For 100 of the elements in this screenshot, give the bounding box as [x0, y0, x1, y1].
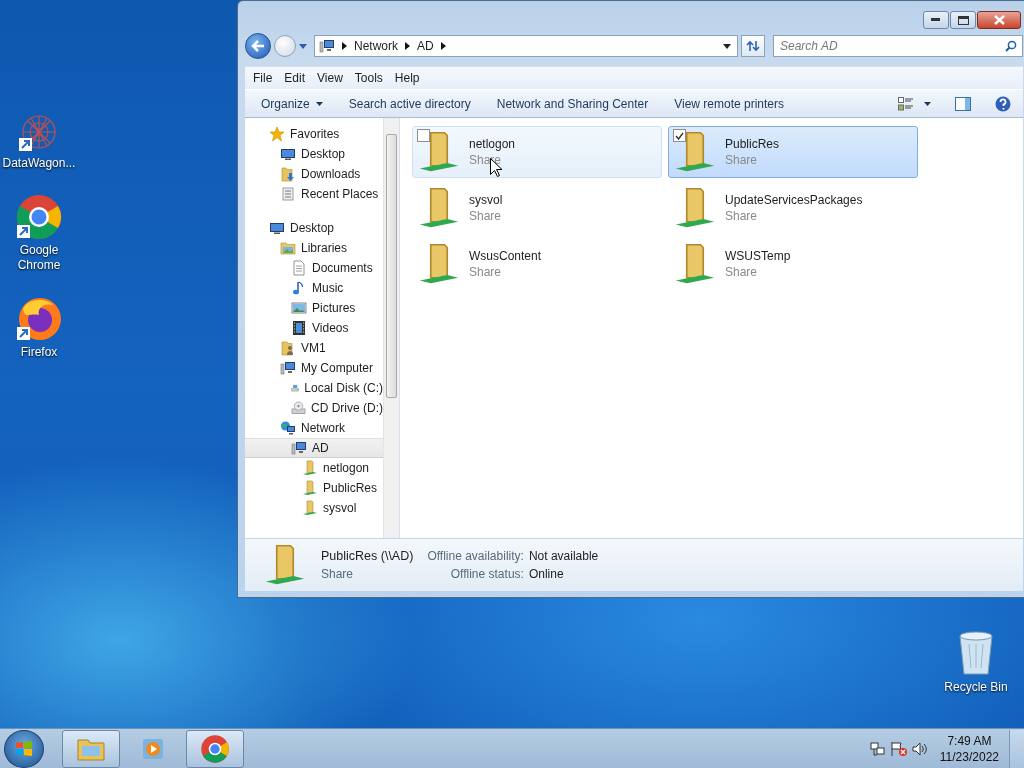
maximize-button[interactable] — [950, 11, 976, 29]
monitor-icon — [269, 220, 285, 236]
tree-item[interactable]: CD Drive (D:) — [245, 398, 383, 418]
recent-places-icon — [280, 186, 296, 202]
share-name: PublicRes — [725, 137, 780, 151]
tree-item[interactable]: Local Disk (C:) — [245, 378, 383, 398]
recycle-bin-icon[interactable] — [957, 630, 995, 676]
tree-item[interactable]: Documents — [245, 258, 383, 278]
fox-globe-icon[interactable] — [15, 295, 63, 343]
chrome-logo-icon — [200, 733, 230, 764]
share-tile[interactable]: WsusContent Share — [412, 238, 662, 290]
film-icon — [291, 320, 307, 336]
tree-item[interactable]: Pictures — [245, 298, 383, 318]
tree-item[interactable]: PublicRes — [245, 478, 383, 498]
picture-icon — [291, 300, 307, 316]
tree-item[interactable]: My Computer — [245, 358, 383, 378]
start-button[interactable] — [4, 729, 44, 768]
monitor-icon — [280, 146, 296, 162]
chrome-logo-icon[interactable] — [15, 193, 63, 241]
tree-item[interactable]: Favorites — [245, 124, 383, 144]
preview-pane-icon[interactable] — [955, 96, 971, 111]
desktop-icon-label: Firefox — [19, 345, 59, 360]
menu-item[interactable]: File — [248, 69, 278, 87]
share-tile[interactable]: WSUSTemp Share — [668, 238, 918, 290]
search-icon — [1005, 40, 1017, 52]
shared-folder-icon — [302, 480, 318, 496]
caret-icon — [315, 101, 323, 106]
toolbar-button[interactable]: Search active directory — [340, 93, 479, 114]
help-icon[interactable] — [995, 95, 1011, 112]
star-icon — [269, 126, 285, 142]
breadcrumb[interactable]: Network — [354, 39, 398, 53]
desktop-icon-label: Google Chrome — [16, 243, 62, 273]
view-options-icon[interactable] — [898, 96, 914, 111]
flag-warning-icon[interactable] — [889, 740, 908, 757]
share-tile[interactable]: PublicRes Share — [668, 126, 918, 178]
share-type: Share — [725, 209, 759, 223]
back-button[interactable] — [245, 33, 271, 59]
share-type: Share — [725, 265, 759, 279]
dropdown-arrow-icon[interactable] — [723, 43, 731, 49]
tree-item[interactable]: Downloads — [245, 164, 383, 184]
share-tile[interactable]: UpdateServicesPackages Share — [668, 182, 918, 234]
speaker-icon[interactable] — [911, 740, 928, 757]
shared-folder-icon — [302, 460, 318, 476]
tree-item[interactable]: Desktop — [245, 218, 383, 238]
tree-item[interactable]: Desktop — [245, 144, 383, 164]
clock-time[interactable]: 7:49 AM — [947, 732, 992, 749]
checkbox[interactable] — [417, 129, 430, 142]
share-name: netlogon — [469, 137, 516, 151]
tree-item[interactable]: VM1 — [245, 338, 383, 358]
network-status-icon[interactable] — [869, 740, 886, 757]
property-label: Offline status: — [449, 567, 524, 581]
shared-folder-icon — [302, 500, 318, 516]
library-folder-icon — [280, 240, 296, 256]
property-value: Online — [528, 567, 565, 581]
tree-item[interactable]: netlogon — [245, 458, 383, 478]
caret-icon[interactable] — [924, 101, 931, 106]
breadcrumb-arrow-icon[interactable] — [405, 42, 410, 50]
share-name: sysvol — [469, 193, 503, 207]
document-icon — [291, 260, 307, 276]
close-button[interactable] — [977, 11, 1021, 29]
breadcrumb[interactable]: AD — [417, 39, 434, 53]
computer-icon — [291, 440, 307, 456]
breadcrumb-arrow-icon[interactable] — [440, 42, 446, 50]
toolbar-button[interactable]: View remote printers — [666, 93, 792, 114]
address-bar[interactable]: Network AD — [314, 35, 738, 57]
clock-date[interactable]: 11/23/2022 — [939, 748, 999, 765]
back-arrow-icon — [251, 40, 265, 52]
breadcrumb-arrow-icon[interactable] — [342, 42, 347, 50]
toolbar-button[interactable]: Network and Sharing Center — [488, 93, 657, 114]
toolbar-button[interactable]: Organize — [253, 93, 331, 114]
tree-item[interactable]: AD — [245, 438, 383, 458]
menu-item[interactable]: View — [312, 69, 348, 87]
share-name: UpdateServicesPackages — [725, 193, 863, 207]
tree-item[interactable]: Libraries — [245, 238, 383, 258]
menu-item[interactable]: Tools — [349, 69, 388, 87]
download-folder-icon — [280, 166, 296, 182]
share-type: Share — [725, 153, 759, 167]
tree-item[interactable]: Network — [245, 418, 383, 438]
taskbar-button[interactable] — [62, 729, 120, 768]
refresh-button[interactable] — [741, 35, 765, 57]
network-icon — [280, 420, 296, 436]
tree-item[interactable]: Music — [245, 278, 383, 298]
taskbar-button[interactable] — [186, 729, 244, 768]
computer-icon — [319, 38, 335, 54]
selected-item-name: PublicRes (\\AD) — [321, 549, 414, 563]
maximize-icon — [957, 15, 969, 25]
tree-item[interactable]: sysvol — [245, 498, 383, 518]
property-value: Not available — [528, 549, 599, 563]
scrollbar[interactable] — [383, 118, 399, 538]
share-name: WsusContent — [469, 249, 542, 263]
checkbox[interactable] — [673, 129, 686, 142]
menu-item[interactable]: Help — [389, 69, 425, 87]
share-tile[interactable]: sysvol Share — [412, 182, 662, 234]
search-field[interactable]: Search AD — [773, 35, 1023, 57]
share-type: Share — [469, 209, 503, 223]
user-folder-icon — [280, 340, 296, 356]
tree-item[interactable]: Videos — [245, 318, 383, 338]
menu-item[interactable]: Edit — [279, 69, 311, 87]
minimize-button[interactable] — [923, 11, 949, 29]
tree-item[interactable]: Recent Places — [245, 184, 383, 204]
